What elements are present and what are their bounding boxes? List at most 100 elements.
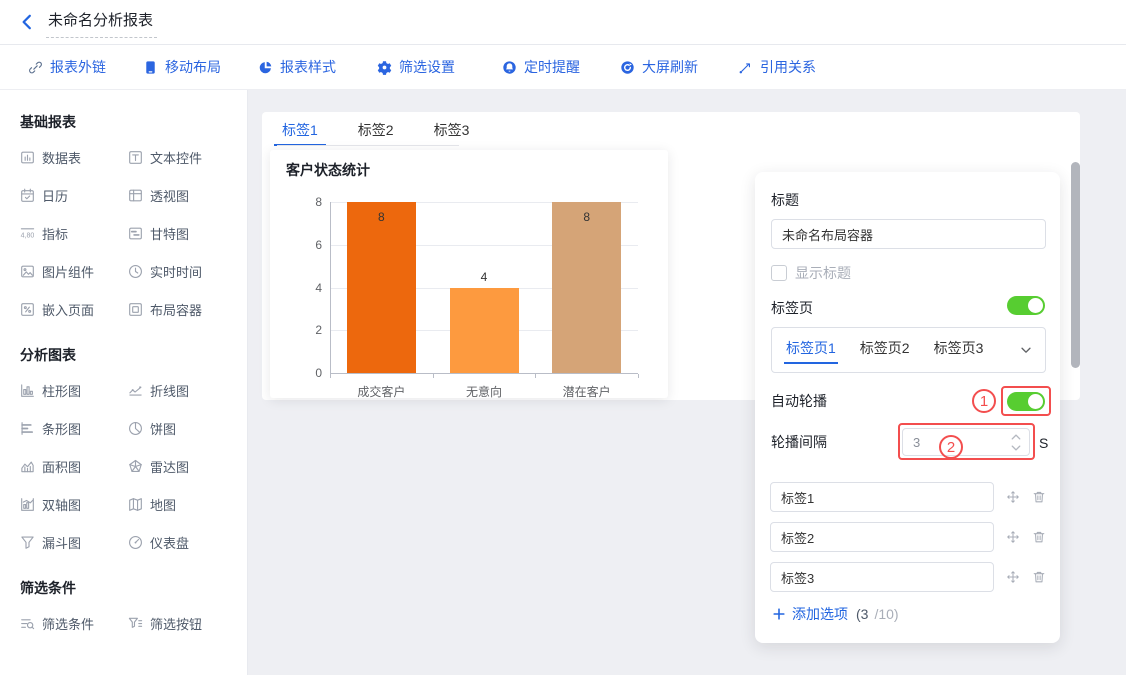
sidebar-item-label: 嵌入页面 bbox=[42, 303, 95, 318]
calendar-icon bbox=[20, 188, 35, 203]
sidebar-item-calendar[interactable]: 日历 bbox=[20, 186, 128, 205]
bar-潜在客户[interactable] bbox=[552, 202, 622, 373]
panel-tab-page-3[interactable]: 标签页3 bbox=[932, 334, 986, 366]
sidebar-item-pie-chart[interactable]: 饼图 bbox=[128, 419, 236, 438]
area-icon bbox=[20, 459, 35, 474]
toggle-knob bbox=[1028, 298, 1043, 313]
sidebar-item-label: 文本控件 bbox=[150, 151, 203, 166]
sidebar-item-radar-chart[interactable]: 雷达图 bbox=[128, 457, 236, 476]
tabs-toggle[interactable] bbox=[1007, 296, 1045, 315]
spinner-down-icon[interactable] bbox=[1011, 442, 1021, 453]
toolbar-item-screen-refresh[interactable]: 大屏刷新 bbox=[620, 45, 698, 89]
canvas-tab-strip: 标签1 标签2 标签3 bbox=[274, 118, 474, 146]
clock-icon bbox=[128, 264, 143, 279]
show-title-checkbox[interactable] bbox=[771, 265, 787, 281]
sidebar-item-map[interactable]: 地图 bbox=[128, 495, 236, 514]
sidebar-item-container[interactable]: 布局容器 bbox=[128, 300, 236, 319]
toolbar-item-reference-relation[interactable]: 引用关系 bbox=[738, 45, 816, 89]
option-row-2 bbox=[770, 522, 1046, 552]
move-icon[interactable] bbox=[1006, 490, 1020, 504]
sidebar-item-pivot[interactable]: 透视图 bbox=[128, 186, 236, 205]
sidebar-section-title: 筛选条件 bbox=[20, 580, 76, 596]
toolbar-item-label: 移动布局 bbox=[165, 59, 221, 75]
x-tick bbox=[330, 374, 331, 378]
number-spinner bbox=[1007, 430, 1025, 454]
sidebar-item-gantt[interactable]: 甘特图 bbox=[128, 224, 236, 243]
interval-label: 轮播间隔 bbox=[771, 434, 827, 450]
annotation-badge-2: 2 bbox=[939, 435, 963, 459]
sidebar-item-label: 数据表 bbox=[42, 151, 82, 166]
trash-icon[interactable] bbox=[1032, 490, 1046, 504]
chevron-down-icon[interactable] bbox=[1019, 343, 1033, 357]
y-axis bbox=[330, 202, 331, 374]
sidebar-item-metric[interactable]: 4,80 指标 bbox=[20, 224, 128, 243]
sidebar-item-label: 布局容器 bbox=[150, 303, 203, 318]
sidebar-item-embed-page[interactable]: 嵌入页面 bbox=[20, 300, 128, 319]
sidebar-item-label: 日历 bbox=[42, 189, 69, 204]
toolbar-item-label: 报表样式 bbox=[280, 59, 336, 75]
sidebar: 基础报表 数据表 文本控件 日历 透视图 4,80 指标 甘特图 图片组件 实时时间 嵌入页面 布局容… bbox=[0, 90, 248, 675]
canvas-tab-3[interactable]: 标签3 bbox=[430, 118, 474, 146]
vertical-scrollbar[interactable] bbox=[1071, 162, 1080, 368]
tab-strip-divider bbox=[277, 145, 459, 146]
trash-icon[interactable] bbox=[1032, 530, 1046, 544]
spinner-up-icon[interactable] bbox=[1011, 431, 1021, 442]
page-title[interactable]: 未命名分析报表 bbox=[46, 7, 158, 38]
pie2-icon bbox=[128, 421, 143, 436]
chart-card[interactable]: 客户状态统计 0 2 4 6 8 8 成交客户 4 无意向 8 潜在客户 bbox=[270, 150, 668, 399]
sidebar-item-funnel[interactable]: 漏斗图 bbox=[20, 533, 128, 552]
x-tick bbox=[638, 374, 639, 378]
filter-btn-icon bbox=[128, 616, 143, 631]
toolbar-item-filter-settings[interactable]: 筛选设置 bbox=[377, 45, 455, 89]
toolbar-item-mobile-layout[interactable]: 移动布局 bbox=[143, 45, 221, 89]
back-icon[interactable] bbox=[18, 12, 38, 32]
toolbar-item-timed-reminder[interactable]: 定时提醒 bbox=[502, 45, 580, 89]
option-input-3[interactable] bbox=[770, 562, 994, 592]
add-option-row: 添加选项 (3/10) bbox=[772, 604, 899, 624]
tabs-section-label: 标签页 bbox=[771, 300, 813, 316]
sidebar-item-label: 筛选条件 bbox=[42, 617, 95, 632]
top-bar: 未命名分析报表 bbox=[0, 0, 1126, 45]
bar-value-label: 8 bbox=[377, 210, 385, 224]
trash-icon[interactable] bbox=[1032, 570, 1046, 584]
x-category-label: 无意向 bbox=[465, 385, 502, 399]
toolbar-item-report-link[interactable]: 报表外链 bbox=[28, 45, 106, 89]
canvas-tab-1[interactable]: 标签1 bbox=[274, 118, 326, 146]
sidebar-item-column-chart[interactable]: 柱形图 bbox=[20, 381, 128, 400]
sidebar-item-data-table[interactable]: 数据表 bbox=[20, 148, 128, 167]
tab-page-selector: 标签页1 标签页2 标签页3 bbox=[771, 327, 1046, 373]
sidebar-item-dual-axis[interactable]: 双轴图 bbox=[20, 495, 128, 514]
sidebar-item-filter-condition[interactable]: 筛选条件 bbox=[20, 614, 128, 633]
sidebar-item-text-widget[interactable]: 文本控件 bbox=[128, 148, 236, 167]
option-input-1[interactable] bbox=[770, 482, 994, 512]
toolbar-item-label: 定时提醒 bbox=[524, 59, 580, 75]
sidebar-item-label: 条形图 bbox=[42, 422, 82, 437]
x-axis bbox=[330, 373, 638, 374]
panel-tab-page-1[interactable]: 标签页1 bbox=[784, 334, 838, 366]
sidebar-item-realtime[interactable]: 实时时间 bbox=[128, 262, 236, 281]
bar-成交客户[interactable] bbox=[346, 202, 416, 373]
show-title-label: 显示标题 bbox=[795, 265, 851, 281]
sidebar-item-line-chart[interactable]: 折线图 bbox=[128, 381, 236, 400]
option-row-1 bbox=[770, 482, 1046, 512]
add-option-button[interactable]: 添加选项 bbox=[792, 604, 848, 624]
auto-carousel-toggle[interactable] bbox=[1007, 392, 1045, 411]
move-icon[interactable] bbox=[1006, 570, 1020, 584]
container-title-input[interactable] bbox=[771, 219, 1046, 249]
sidebar-item-image[interactable]: 图片组件 bbox=[20, 262, 128, 281]
line-chart-icon bbox=[128, 383, 143, 398]
canvas-tab-2[interactable]: 标签2 bbox=[354, 118, 398, 146]
sidebar-item-filter-button[interactable]: 筛选按钮 bbox=[128, 614, 236, 633]
move-icon[interactable] bbox=[1006, 530, 1020, 544]
sidebar-item-area-chart[interactable]: 面积图 bbox=[20, 457, 128, 476]
sidebar-item-gauge[interactable]: 仪表盘 bbox=[128, 533, 236, 552]
svg-text:4,80: 4,80 bbox=[21, 233, 35, 240]
bar-无意向[interactable] bbox=[449, 287, 519, 373]
sidebar-item-bar-chart[interactable]: 条形图 bbox=[20, 419, 128, 438]
option-input-2[interactable] bbox=[770, 522, 994, 552]
settings-panel: 标题 显示标题 标签页 标签页1 标签页2 标签页3 自动轮播 1 轮播间隔 2 S… bbox=[755, 172, 1060, 643]
sidebar-item-label: 指标 bbox=[42, 227, 69, 242]
panel-tab-page-2[interactable]: 标签页2 bbox=[858, 334, 912, 366]
plus-icon[interactable] bbox=[772, 607, 786, 621]
toolbar-item-report-style[interactable]: 报表样式 bbox=[258, 45, 336, 89]
